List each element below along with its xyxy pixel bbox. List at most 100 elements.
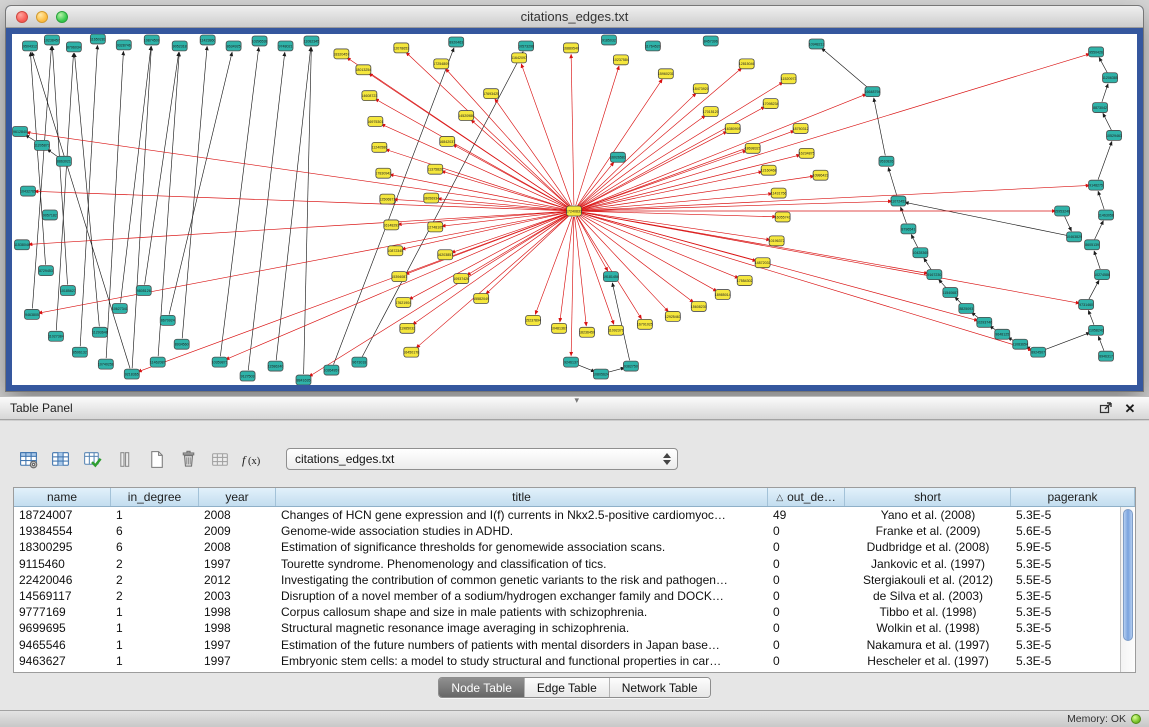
table-row[interactable]: 1830029562008Estimation of significance … — [14, 539, 1120, 555]
table-cell[interactable]: 1 — [111, 638, 199, 652]
graph-node[interactable]: 15394087 — [391, 272, 407, 282]
table-row[interactable]: 911546021997Tourette syndrome. Phenomeno… — [14, 556, 1120, 572]
table-cell[interactable]: 5.6E-5 — [1011, 524, 1120, 538]
table-cell[interactable]: Embryonic stem cells: a model to study s… — [276, 654, 768, 668]
table-cell[interactable]: de Silva et al. (2003) — [845, 589, 1011, 603]
graph-node[interactable]: 8729453 — [38, 266, 53, 276]
table-cell[interactable]: 0 — [768, 621, 845, 635]
graph-node[interactable]: 10463829 — [1066, 232, 1082, 242]
table-cell[interactable]: Genome-wide association studies in ADHD. — [276, 524, 768, 538]
tab-edge-table[interactable]: Edge Table — [524, 678, 609, 697]
graph-node[interactable]: 8924507 — [1031, 347, 1046, 357]
table-row[interactable]: 1938455462009Genome-wide association stu… — [14, 523, 1120, 539]
tab-node-table[interactable]: Node Table — [439, 678, 524, 697]
close-window-icon[interactable] — [16, 11, 28, 23]
graph-node[interactable]: 9328746 — [116, 40, 131, 50]
graph-node[interactable]: 11058243 — [1088, 325, 1104, 335]
graph-node[interactable]: 10274586 — [1094, 270, 1110, 280]
table-cell[interactable]: 5.3E-5 — [1011, 589, 1120, 603]
graph-node[interactable]: 9148275 — [1089, 180, 1104, 190]
table-cell[interactable]: 1997 — [199, 638, 276, 652]
graph-node[interactable]: 11650283 — [90, 34, 106, 44]
graph-node[interactable]: 11092376 — [608, 325, 624, 335]
graph-node[interactable]: 16791025 — [637, 319, 653, 329]
table-cell[interactable]: 2 — [111, 573, 199, 587]
table-cell[interactable]: 1997 — [199, 654, 276, 668]
graph-node[interactable]: 9731460 — [1079, 299, 1094, 309]
table-cell[interactable]: 1998 — [199, 621, 276, 635]
table-cell[interactable]: 2008 — [199, 540, 276, 554]
graph-node[interactable]: 15237894 — [525, 315, 541, 325]
graph-node[interactable]: 10986423 — [813, 170, 829, 180]
table-cell[interactable]: 9777169 — [14, 605, 111, 619]
choose-columns-icon[interactable] — [46, 446, 74, 472]
table-cell[interactable]: Yano et al. (2008) — [845, 508, 1011, 522]
table-cell[interactable]: 0 — [768, 638, 845, 652]
minimize-window-icon[interactable] — [36, 11, 48, 23]
column-header-short[interactable]: short — [845, 488, 1011, 506]
graph-node[interactable]: 14872031 — [755, 258, 771, 268]
graph-node[interactable]: 18056934 — [423, 193, 439, 203]
table-cell[interactable]: 9699695 — [14, 621, 111, 635]
graph-node[interactable]: 14608723 — [361, 91, 377, 101]
table-cell[interactable]: 5.3E-5 — [1011, 508, 1120, 522]
graph-node[interactable]: 14520986 — [458, 111, 474, 121]
table-cell[interactable]: Jankovic et al. (1997) — [845, 557, 1011, 571]
graph-node[interactable]: 11293648 — [92, 327, 108, 337]
table-cell[interactable]: 19384554 — [14, 524, 111, 538]
table-cell[interactable]: 5.3E-5 — [1011, 638, 1120, 652]
table-cell[interactable]: 0 — [768, 540, 845, 554]
graph-node[interactable]: 11985032 — [399, 323, 415, 333]
graph-node[interactable]: 10573298 — [518, 41, 534, 51]
graph-node[interactable]: 8920463 — [449, 37, 464, 47]
graph-node[interactable]: 11027384 — [48, 331, 64, 341]
table-cell[interactable]: 2008 — [199, 508, 276, 522]
graph-node[interactable]: 12925463 — [665, 311, 681, 321]
table-cell[interactable]: Tibbo et al. (1998) — [845, 605, 1011, 619]
graph-node[interactable]: 12078653 — [393, 43, 409, 53]
table-row[interactable]: 946362711997Embryonic stem cells: a mode… — [14, 653, 1120, 669]
table-cell[interactable]: 5.3E-5 — [1011, 654, 1120, 668]
graph-node[interactable]: 10740258 — [98, 359, 114, 369]
table-cell[interactable]: Disruption of a novel member of a sodium… — [276, 589, 768, 603]
graph-node[interactable]: 8634925 — [226, 41, 241, 51]
graph-node[interactable]: 12748105 — [427, 222, 443, 232]
graph-node[interactable]: 10805624 — [593, 369, 609, 379]
graph-node[interactable]: 10359871 — [212, 357, 228, 367]
graph-node[interactable]: 11462087 — [150, 357, 166, 367]
graph-node[interactable]: 17693425 — [483, 89, 499, 99]
table-cell[interactable]: Tourette syndrome. Phenomenology and cla… — [276, 557, 768, 571]
table-cell[interactable]: 0 — [768, 557, 845, 571]
table-cell[interactable]: 1997 — [199, 557, 276, 571]
graph-node[interactable]: 17554302 — [737, 276, 753, 286]
graph-node[interactable]: 9510826 — [879, 156, 894, 166]
table-row[interactable]: 1456911722003Disruption of a novel membe… — [14, 588, 1120, 604]
table-cell[interactable]: Changes of HCN gene expression and I(f) … — [276, 508, 768, 522]
table-cell[interactable]: 0 — [768, 605, 845, 619]
graph-node[interactable]: 9052318 — [172, 41, 187, 51]
table-cell[interactable]: 9465546 — [14, 638, 111, 652]
graph-node[interactable]: 17240831 — [566, 206, 582, 216]
graph-node[interactable]: 18698321 — [745, 143, 761, 153]
table-scrollbar-thumb[interactable] — [1123, 509, 1133, 641]
graph-node[interactable]: 18473920 — [693, 84, 709, 94]
graph-node[interactable]: 9748021 — [278, 41, 293, 51]
graph-node[interactable]: 11538046 — [14, 240, 30, 250]
close-panel-button[interactable]: ✕ — [1121, 400, 1139, 416]
float-panel-button[interactable] — [1097, 400, 1115, 416]
graph-node[interactable]: 9057182 — [42, 210, 57, 220]
graph-node[interactable]: 17621904 — [395, 297, 411, 307]
graph-node[interactable]: 16842037 — [439, 136, 455, 146]
splitter-grip-icon[interactable]: ▾ — [575, 395, 580, 406]
table-cell[interactable]: Hescheler et al. (1997) — [845, 654, 1011, 668]
table-cell[interactable]: 0 — [768, 654, 845, 668]
new-column-icon[interactable] — [142, 446, 170, 472]
graph-node[interactable]: 15608230 — [691, 301, 707, 311]
graph-node[interactable]: 15960231 — [658, 69, 674, 79]
table-cell[interactable]: 1998 — [199, 605, 276, 619]
table-cell[interactable]: 2 — [111, 589, 199, 603]
table-cell[interactable]: Corpus callosum shape and size in male p… — [276, 605, 768, 619]
table-cell[interactable]: Wolkin et al. (1998) — [845, 621, 1011, 635]
graph-node[interactable]: 15582049 — [473, 294, 489, 304]
graph-node[interactable]: 18320457 — [333, 49, 349, 59]
